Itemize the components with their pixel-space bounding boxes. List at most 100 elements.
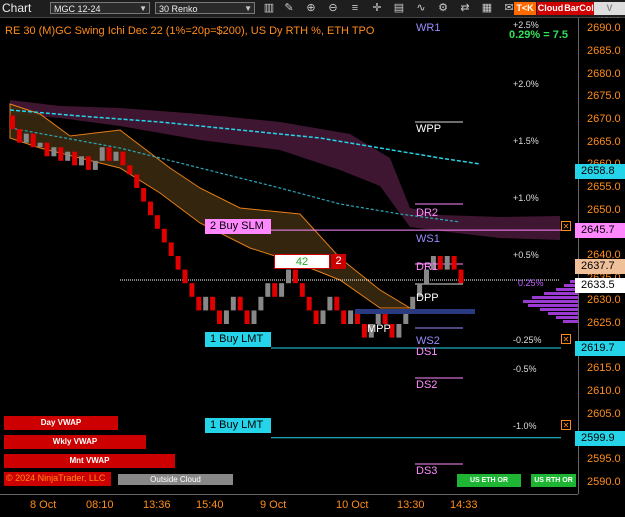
renko-brick bbox=[410, 296, 416, 311]
renko-brick bbox=[348, 310, 354, 324]
close-order-icon[interactable]: ✕ bbox=[561, 334, 571, 344]
renko-brick bbox=[154, 215, 160, 229]
renko-brick bbox=[51, 147, 57, 157]
copyright-text: © 2024 NinjaTrader, LLC bbox=[6, 473, 106, 483]
renko-brick bbox=[168, 242, 174, 256]
renko-brick bbox=[334, 296, 340, 311]
zoom-in-icon[interactable]: ⊕ bbox=[304, 2, 318, 15]
renko-brick bbox=[320, 310, 326, 324]
order-quantity-count[interactable]: 2 bbox=[331, 254, 346, 269]
order-buy-limit[interactable]: 1 Buy LMT bbox=[205, 332, 271, 347]
close-order-icon[interactable]: ✕ bbox=[561, 221, 571, 231]
instrument-selector[interactable]: MGC 12-24 ▼ bbox=[50, 2, 150, 14]
renko-brick bbox=[203, 296, 209, 311]
bar-type-value: 30 Renko bbox=[159, 4, 198, 14]
weekly-vwap-button[interactable]: Wkly VWAP bbox=[4, 435, 146, 449]
cloud-badge[interactable]: Cloud bbox=[537, 2, 564, 15]
price-tick: 2680.0 bbox=[587, 68, 621, 80]
renko-brick bbox=[44, 142, 50, 157]
price-tick: 2630.0 bbox=[587, 294, 621, 306]
price-tag: 2645.7 bbox=[575, 223, 625, 238]
time-axis[interactable]: 8 Oct 08:10 13:36 15:40 9 Oct 10 Oct 13:… bbox=[0, 494, 578, 517]
order-buy-stop-limit[interactable]: 2 Buy SLM bbox=[205, 219, 271, 234]
renko-brick bbox=[437, 256, 443, 270]
renko-brick bbox=[161, 228, 167, 243]
order-buy-limit[interactable]: 1 Buy LMT bbox=[205, 418, 271, 433]
renko-brick bbox=[299, 283, 305, 297]
renko-brick bbox=[182, 269, 188, 284]
time-label: 15:40 bbox=[196, 499, 224, 511]
renko-brick bbox=[23, 133, 29, 143]
renko-brick bbox=[265, 283, 271, 297]
order-quantity-box[interactable]: 42 bbox=[274, 254, 330, 269]
drawing-tools-icon[interactable]: ✎ bbox=[282, 2, 296, 15]
pct-label: -0.25% bbox=[513, 335, 542, 345]
us-rth-or-button[interactable]: US RTH OR bbox=[531, 474, 576, 487]
pct-label: +1.5% bbox=[513, 136, 539, 146]
renko-brick bbox=[65, 151, 71, 161]
renko-brick bbox=[251, 310, 257, 324]
bar-type-selector[interactable]: 30 Renko ▼ bbox=[155, 2, 255, 14]
chart-window: Chart MGC 12-24 ▼ 30 Renko ▼ ▥ ✎ ⊕ ⊖ ≡ ✛… bbox=[0, 0, 625, 517]
zoom-out-icon[interactable]: ⊖ bbox=[326, 2, 340, 15]
monthly-vwap-button[interactable]: Mnt VWAP bbox=[4, 454, 175, 468]
close-order-icon[interactable]: ✕ bbox=[561, 420, 571, 430]
pct-label: +2.0% bbox=[513, 79, 539, 89]
price-tick: 2590.0 bbox=[587, 476, 621, 488]
data-box-icon[interactable]: ▤ bbox=[392, 2, 406, 15]
vwap-badge[interactable]: V WWA bbox=[594, 2, 625, 26]
renko-brick bbox=[37, 142, 43, 148]
renko-brick bbox=[99, 147, 105, 161]
crosshair-icon[interactable]: ✛ bbox=[370, 2, 384, 15]
barcol-badge[interactable]: BarCol bbox=[564, 2, 594, 15]
price-tick: 2655.0 bbox=[587, 181, 621, 193]
volume-profile-bar bbox=[523, 300, 578, 303]
time-label: 14:33 bbox=[450, 499, 478, 511]
outside-cloud-button[interactable]: Outside Cloud bbox=[118, 474, 233, 485]
renko-brick bbox=[85, 156, 91, 170]
strategies-icon[interactable]: ⚙ bbox=[436, 2, 450, 15]
indicators-icon[interactable]: ∿ bbox=[414, 2, 428, 15]
renko-brick bbox=[175, 256, 181, 270]
level-wr1: WR1 bbox=[416, 22, 441, 34]
bars-icon[interactable]: ▥ bbox=[262, 2, 276, 15]
renko-brick bbox=[313, 310, 319, 324]
chart-trader-icon[interactable]: ⇄ bbox=[458, 2, 472, 15]
pct-label: 0.25% bbox=[518, 278, 544, 288]
volume-profile-bar bbox=[556, 316, 578, 319]
level-wpp: WPP bbox=[416, 123, 442, 135]
renko-brick bbox=[279, 283, 285, 297]
day-vwap-button[interactable]: Day VWAP bbox=[4, 416, 118, 430]
chart-description: RE 30 (M)GC Swing Ichi Dec 22 (1%=20p=$2… bbox=[5, 25, 375, 37]
value-area-box bbox=[355, 309, 475, 314]
renko-brick bbox=[106, 147, 112, 161]
properties-icon[interactable]: ≡ bbox=[348, 2, 362, 15]
renko-brick bbox=[141, 188, 147, 202]
instrument-value: MGC 12-24 bbox=[54, 4, 101, 14]
volume-profile-bar bbox=[563, 320, 578, 323]
renko-brick bbox=[258, 296, 264, 311]
renko-brick bbox=[58, 147, 64, 161]
chevron-down-icon: ▼ bbox=[244, 4, 252, 13]
price-tick: 2650.0 bbox=[587, 204, 621, 216]
price-axis[interactable]: 2690.02685.02680.02675.02670.02665.02660… bbox=[575, 18, 625, 494]
price-tag: 2599.9 bbox=[575, 431, 625, 446]
price-tag: 2637.7 bbox=[575, 259, 625, 274]
us-eth-or-button[interactable]: US ETH OR bbox=[457, 474, 521, 487]
renko-brick bbox=[217, 310, 222, 324]
renko-brick bbox=[210, 296, 216, 311]
renko-brick bbox=[30, 133, 36, 148]
price-tick: 2690.0 bbox=[587, 22, 621, 34]
level-dpp: DPP bbox=[416, 292, 439, 304]
renko-brick bbox=[79, 156, 84, 166]
tk-badge[interactable]: T<K bbox=[514, 2, 536, 15]
renko-brick bbox=[189, 283, 195, 297]
renko-brick bbox=[237, 296, 243, 311]
renko-brick bbox=[134, 174, 140, 188]
chevron-down-icon: ▼ bbox=[139, 4, 147, 13]
templates-icon[interactable]: ▦ bbox=[480, 2, 494, 15]
price-tick: 2610.0 bbox=[587, 385, 621, 397]
renko-brick bbox=[127, 165, 133, 175]
level-dr1: DR1 bbox=[416, 261, 439, 273]
change-readout: 0.29% = 7.5 bbox=[509, 29, 569, 41]
